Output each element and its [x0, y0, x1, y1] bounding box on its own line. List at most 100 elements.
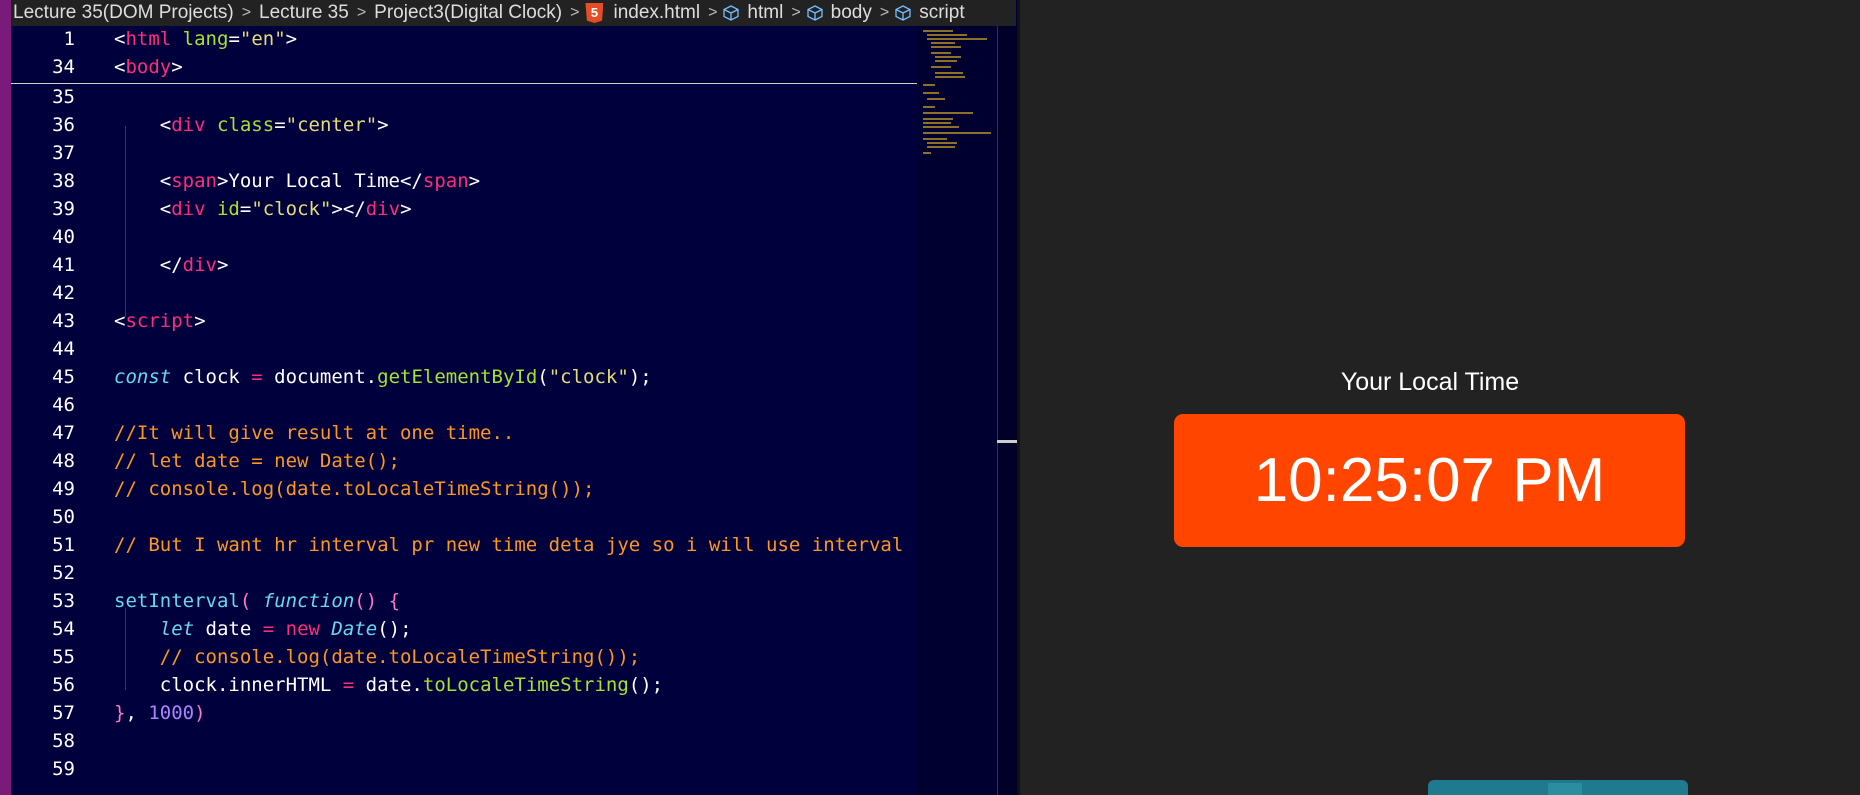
line-number: 36: [52, 114, 75, 136]
code-token: "center": [285, 114, 378, 136]
code-token: getElementById: [377, 366, 538, 388]
code-token: ): [194, 702, 206, 724]
chevron-right-icon: >: [241, 4, 252, 21]
code-token: div: [171, 114, 206, 136]
code-token: =: [262, 618, 275, 640]
chevron-right-icon: >: [570, 4, 580, 21]
line-number: 55: [52, 646, 75, 668]
code-token: >: [377, 114, 389, 136]
line-number: 54: [52, 618, 75, 640]
code-token: =: [342, 674, 355, 696]
line-number: 40: [52, 226, 75, 248]
code-token: date: [194, 618, 263, 640]
code-area[interactable]: 1 <html lang="en"> 34 <body> 35 36 <div class…: [11, 26, 917, 795]
line-number: 57: [52, 702, 75, 724]
code-token: clock.innerHTML: [114, 674, 343, 696]
code-text: // let date = new Date();: [114, 447, 400, 475]
code-token: >: [285, 28, 298, 50]
activity-bar-edge: [0, 0, 11, 795]
line-number: 45: [52, 366, 75, 388]
breadcrumb-item-folder[interactable]: Lecture 35(DOM Projects): [11, 2, 236, 24]
line-number: 59: [52, 758, 75, 780]
minimap[interactable]: [917, 26, 997, 795]
code-token: >: [171, 56, 183, 78]
code-token: Date: [331, 618, 378, 640]
line-number: 39: [52, 198, 75, 220]
toolbar-handle[interactable]: [1548, 783, 1582, 795]
code-token: =: [239, 198, 252, 220]
code-token: id: [216, 198, 240, 220]
code-token: (: [537, 366, 549, 388]
code-token: let: [159, 618, 195, 640]
code-text: <html lang="en">: [114, 25, 297, 53]
breadcrumb-item-body[interactable]: body: [829, 2, 874, 24]
code-token: new: [285, 618, 320, 640]
code-token: (: [239, 590, 252, 612]
code-text: <div class="center">: [114, 111, 389, 139]
code-token: // console.log(date.toLocaleTimeString()…: [159, 646, 641, 668]
code-token: html: [125, 28, 172, 50]
line-number: 42: [52, 282, 75, 304]
code-token: // console.log(date.toLocaleTimeString()…: [114, 478, 595, 500]
minimap-preview: [923, 30, 991, 154]
code-token: document.: [262, 366, 378, 388]
cube-icon: [723, 5, 740, 21]
code-token: date.: [354, 674, 423, 696]
code-token: =: [251, 366, 263, 388]
code-text: <body>: [114, 53, 183, 81]
breadcrumb-item-project[interactable]: Project3(Digital Clock): [372, 2, 564, 24]
code-token: {: [388, 590, 401, 612]
code-token: <: [114, 198, 172, 220]
line-number: 35: [52, 86, 75, 108]
code-token: ();: [377, 618, 412, 640]
code-token: // But I want hr interval pr new time de…: [114, 534, 904, 556]
code-token: ();: [628, 674, 664, 696]
code-token: "clock": [251, 198, 332, 220]
code-token: div: [171, 198, 206, 220]
line-number: 44: [52, 338, 75, 360]
line-number: 1: [63, 28, 75, 50]
code-token: 1000: [148, 702, 195, 724]
code-text: let date = new Date();: [114, 615, 412, 643]
code-text: // But I want hr interval pr new time de…: [114, 531, 903, 559]
code-token: //It will give result at one time..: [114, 422, 515, 444]
code-token: "clock": [548, 366, 629, 388]
code-token: <: [114, 170, 172, 192]
code-text: setInterval( function() {: [114, 587, 400, 615]
breadcrumb-item-lecture[interactable]: Lecture 35: [257, 2, 351, 24]
code-token: );: [628, 366, 652, 388]
breadcrumb-item-script[interactable]: script: [917, 2, 966, 24]
sticky-scroll-divider: [11, 83, 917, 84]
code-token: ,: [125, 702, 149, 724]
vertical-scrollbar[interactable]: [997, 26, 1018, 795]
browser-preview: [1020, 0, 1860, 795]
chevron-right-icon: >: [879, 4, 890, 21]
code-token: script: [125, 310, 195, 332]
code-token: }: [114, 702, 126, 724]
code-token: <: [114, 28, 126, 50]
breadcrumb-item-file[interactable]: index.html: [611, 2, 702, 24]
code-token: "en": [239, 28, 286, 50]
code-token: lang: [182, 28, 229, 50]
breadcrumb: Lecture 35(DOM Projects) > Lecture 35 > …: [11, 0, 1016, 26]
code-token: const: [114, 366, 172, 388]
line-number: 46: [52, 394, 75, 416]
code-token: <: [114, 310, 126, 332]
chevron-right-icon: >: [791, 4, 801, 21]
breadcrumb-item-html[interactable]: html: [745, 2, 785, 24]
line-number: 37: [52, 142, 75, 164]
line-number: 34: [52, 56, 75, 78]
code-token: >: [194, 310, 206, 332]
scrollbar-position-marker: [997, 440, 1017, 443]
bottom-toolbar[interactable]: [1428, 780, 1688, 795]
code-token: ></: [331, 198, 366, 220]
code-token: >: [216, 254, 229, 276]
code-token: class: [216, 114, 275, 136]
line-number: 50: [52, 506, 75, 528]
